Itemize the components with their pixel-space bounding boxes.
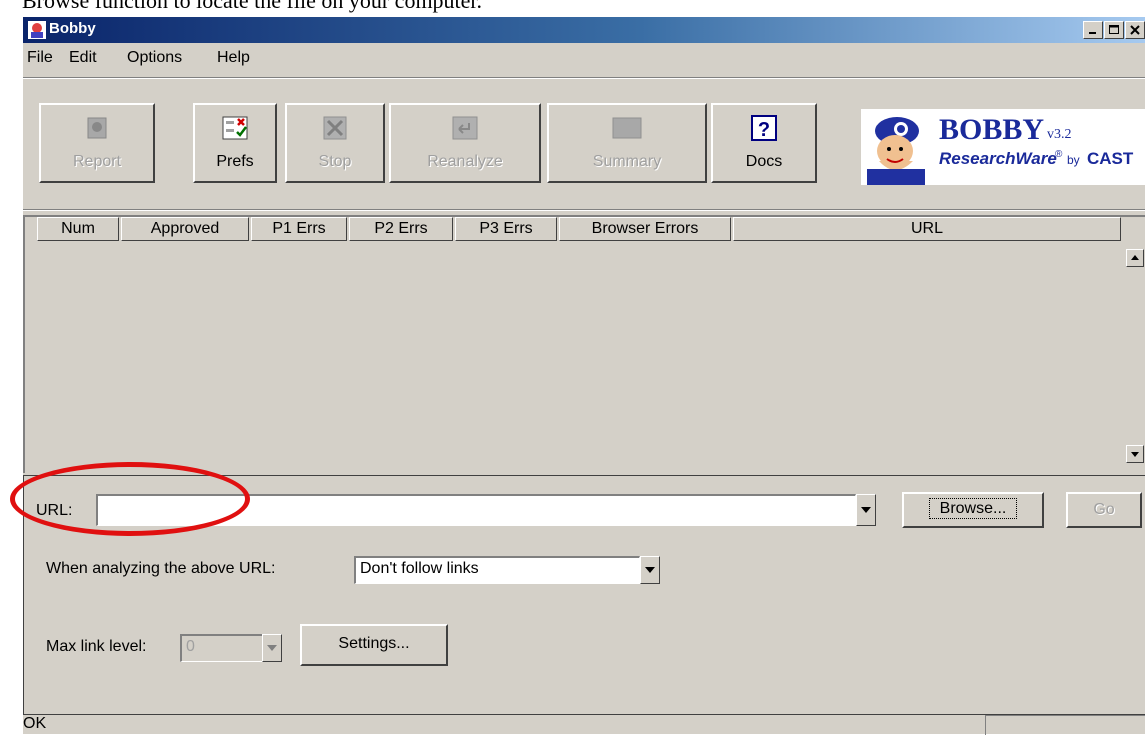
page-caption: Browse function to locate the file on yo… [22, 0, 483, 13]
max-link-level-dropdown-button[interactable] [262, 634, 282, 662]
analyzing-label: When analyzing the above URL: [46, 560, 276, 577]
column-header-p3-errs[interactable]: P3 Errs [455, 217, 557, 241]
column-header-approved[interactable]: Approved [121, 217, 249, 241]
report-button[interactable]: Report [39, 103, 155, 183]
menu-help[interactable]: Help [217, 49, 250, 67]
follow-links-dropdown-button[interactable] [640, 556, 660, 584]
logo-by: by [1067, 153, 1080, 167]
column-header-p1-errs[interactable]: P1 Errs [251, 217, 347, 241]
close-icon [1130, 25, 1140, 35]
browse-button[interactable]: Browse... [902, 492, 1044, 528]
follow-links-select[interactable]: Don't follow links [354, 556, 640, 584]
go-button[interactable]: Go [1066, 492, 1142, 528]
scroll-down-button[interactable] [1126, 445, 1144, 463]
stop-icon [323, 116, 347, 140]
svg-text:?: ? [758, 119, 770, 141]
column-header-url[interactable]: URL [733, 217, 1121, 241]
minimize-icon [1089, 32, 1096, 34]
maximize-icon [1109, 25, 1119, 34]
settings-button[interactable]: Settings... [300, 624, 448, 666]
highlight-ellipse [10, 462, 250, 536]
bobby-app-icon [28, 21, 46, 39]
logo-registered-mark: ® [1055, 149, 1063, 160]
chevron-down-icon [645, 567, 655, 573]
report-label: Report [72, 153, 122, 170]
prefs-button[interactable]: Prefs [193, 103, 277, 183]
max-link-level-select[interactable]: 0 [180, 634, 264, 662]
stop-label: Stop [318, 153, 352, 170]
menu-divider [23, 77, 1145, 79]
reanalyze-icon [452, 116, 478, 140]
logo-name: BOBBY [939, 113, 1045, 146]
menu-file[interactable]: File [27, 49, 53, 67]
summary-label: Summary [592, 153, 662, 170]
logo-version: v3.2 [1047, 127, 1072, 142]
scroll-up-button[interactable] [1126, 249, 1144, 267]
logo-tagline: ResearchWare [939, 149, 1057, 168]
stop-button[interactable]: Stop [285, 103, 385, 183]
results-table: Num Approved P1 Errs P2 Errs P3 Errs Bro… [23, 215, 1145, 473]
logo-org: CAST [1087, 149, 1134, 168]
bobby-logo: BOBBY v3.2 ResearchWare ® by CAST [861, 109, 1145, 185]
prefs-checklist-icon [222, 116, 248, 140]
reanalyze-label: Reanalyze [427, 153, 503, 170]
column-header-num[interactable]: Num [37, 217, 119, 241]
title-bar[interactable]: Bobby [23, 17, 1145, 43]
progress-indicator [985, 715, 1145, 735]
url-dropdown-button[interactable] [856, 494, 876, 526]
arrow-up-icon [1131, 255, 1139, 260]
column-header-p2-errs[interactable]: P2 Errs [349, 217, 453, 241]
browse-label: Browse... [928, 498, 1018, 519]
bobby-window: Bobby File Edit Options Help Report Pref… [22, 16, 1145, 735]
police-mascot-icon [867, 117, 925, 185]
report-icon [87, 117, 107, 139]
docs-button[interactable]: ? Docs [711, 103, 817, 183]
status-text: OK [23, 715, 47, 732]
window-title: Bobby [49, 20, 96, 37]
status-bar: OK [23, 715, 1145, 735]
summary-icon [612, 117, 642, 139]
max-link-level-label: Max link level: [46, 638, 147, 655]
chevron-down-icon [267, 645, 277, 651]
docs-label: Docs [745, 153, 783, 170]
chevron-down-icon [861, 507, 871, 513]
menu-options[interactable]: Options [127, 49, 182, 67]
menu-edit[interactable]: Edit [69, 49, 97, 67]
maximize-button[interactable] [1104, 21, 1124, 39]
toolbar-divider [23, 209, 1145, 211]
arrow-down-icon [1131, 452, 1139, 457]
close-button[interactable] [1125, 21, 1145, 39]
column-header-browser-errors[interactable]: Browser Errors [559, 217, 731, 241]
minimize-button[interactable] [1083, 21, 1103, 39]
help-question-icon: ? [751, 115, 777, 141]
reanalyze-button[interactable]: Reanalyze [389, 103, 541, 183]
summary-button[interactable]: Summary [547, 103, 707, 183]
prefs-label: Prefs [216, 153, 254, 170]
